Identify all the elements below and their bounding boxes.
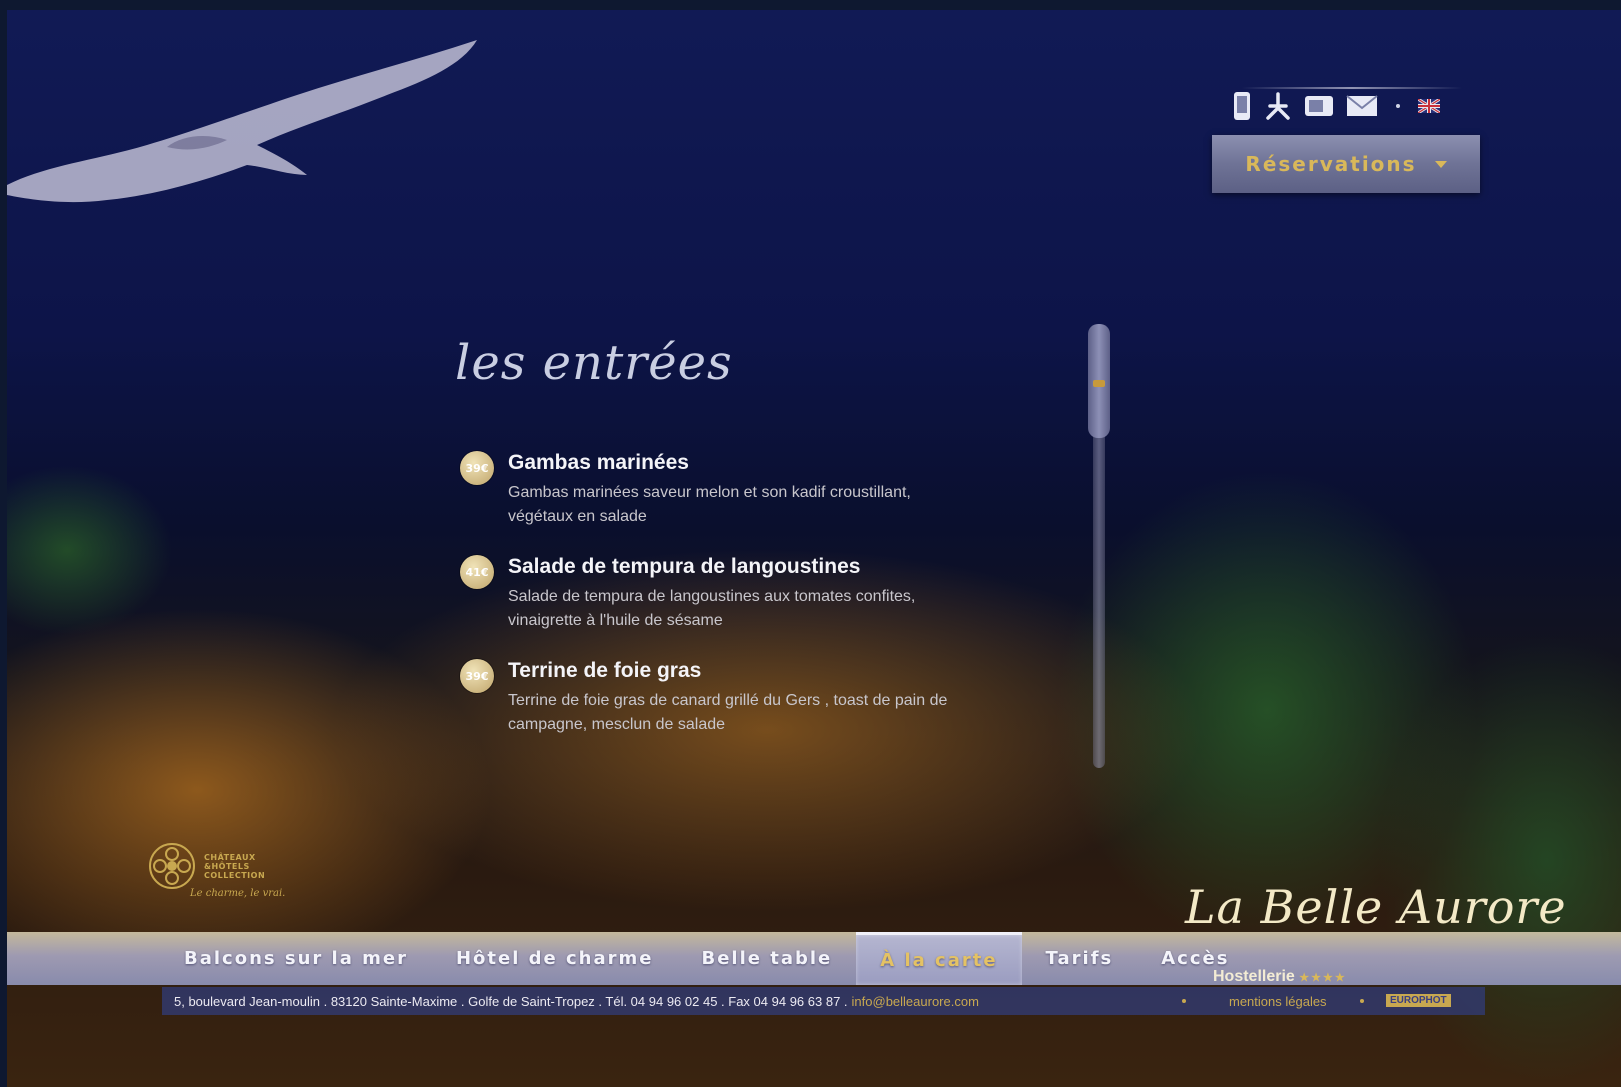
brand-subtitle: Hostellerie ★★★★	[1213, 968, 1347, 986]
footer-separator	[1360, 999, 1364, 1003]
reservations-button[interactable]: Réservations	[1212, 135, 1480, 193]
chevron-down-icon	[1434, 160, 1447, 168]
dish-description: Terrine de foie gras de canard grillé du…	[508, 692, 948, 733]
badge-text: CHÂTEAUX &HÔTELS COLLECTION	[204, 853, 265, 880]
nav-item-balcons[interactable]: Balcons sur la mer	[160, 932, 432, 985]
menu-item: 39€ Terrine de foie gras Terrine de foie…	[460, 659, 1020, 737]
dish-name: Terrine de foie gras	[508, 659, 702, 682]
flag-uk-icon[interactable]	[1418, 99, 1440, 113]
footer-email-link[interactable]: info@belleaurore.com	[852, 994, 979, 1009]
dish-description: Salade de tempura de langoustines aux to…	[508, 588, 916, 629]
menu-item: 39€ Gambas marinées Gambas marinées save…	[460, 451, 1020, 529]
toolbar-separator	[1396, 104, 1400, 108]
nav-item-belle-table[interactable]: Belle table	[677, 932, 856, 985]
pdf-icon[interactable]	[1264, 92, 1292, 120]
legal-link[interactable]: mentions légales	[1229, 994, 1327, 1009]
menu-list: 39€ Gambas marinées Gambas marinées save…	[460, 445, 1020, 763]
badge-line: COLLECTION	[204, 870, 266, 880]
utility-toolbar	[1232, 91, 1440, 121]
mobile-icon[interactable]	[1232, 91, 1252, 121]
footer-address: 5, boulevard Jean-moulin . 83120 Sainte-…	[174, 993, 848, 1009]
mail-icon[interactable]	[1346, 94, 1378, 118]
badge-tagline: Le charme, le vrai.	[190, 888, 286, 899]
badge-line: &HÔTELS	[204, 861, 250, 871]
dish-name: Salade de tempura de langoustines	[508, 555, 861, 578]
flower-emblem-icon	[149, 843, 195, 889]
price-badge: 39€	[460, 659, 494, 693]
dish-description: Gambas marinées saveur melon et son kadi…	[508, 484, 911, 525]
toolbar-divider	[1242, 87, 1462, 89]
main-nav: Balcons sur la mer Hôtel de charme Belle…	[160, 932, 1253, 985]
nav-item-hotel[interactable]: Hôtel de charme	[432, 932, 678, 985]
brand-logo[interactable]: La Belle Aurore	[1185, 880, 1567, 934]
badge-line: CHÂTEAUX	[204, 852, 256, 862]
price-badge: 41€	[460, 555, 494, 589]
section-title: les entrées	[455, 335, 733, 391]
rating-stars: ★★★★	[1299, 972, 1347, 984]
footer-bar: 5, boulevard Jean-moulin . 83120 Sainte-…	[162, 987, 1485, 1015]
gallery-icon[interactable]	[1304, 94, 1334, 118]
reservations-label: Réservations	[1245, 152, 1417, 176]
nav-item-tarifs[interactable]: Tarifs	[1022, 932, 1138, 985]
dish-name: Gambas marinées	[508, 451, 689, 474]
seagull-illustration	[7, 40, 477, 203]
scrollbar-grip	[1093, 380, 1105, 387]
nav-item-a-la-carte[interactable]: À la carte	[856, 932, 1022, 985]
menu-item: 41€ Salade de tempura de langoustines Sa…	[460, 555, 1020, 633]
brand-subtitle-text: Hostellerie	[1213, 968, 1295, 985]
price-badge: 39€	[460, 451, 494, 485]
chateaux-hotels-badge[interactable]: CHÂTEAUX &HÔTELS COLLECTION	[148, 842, 265, 890]
footer-separator	[1182, 999, 1186, 1003]
credit-link[interactable]: EUROPHOT	[1386, 994, 1451, 1007]
